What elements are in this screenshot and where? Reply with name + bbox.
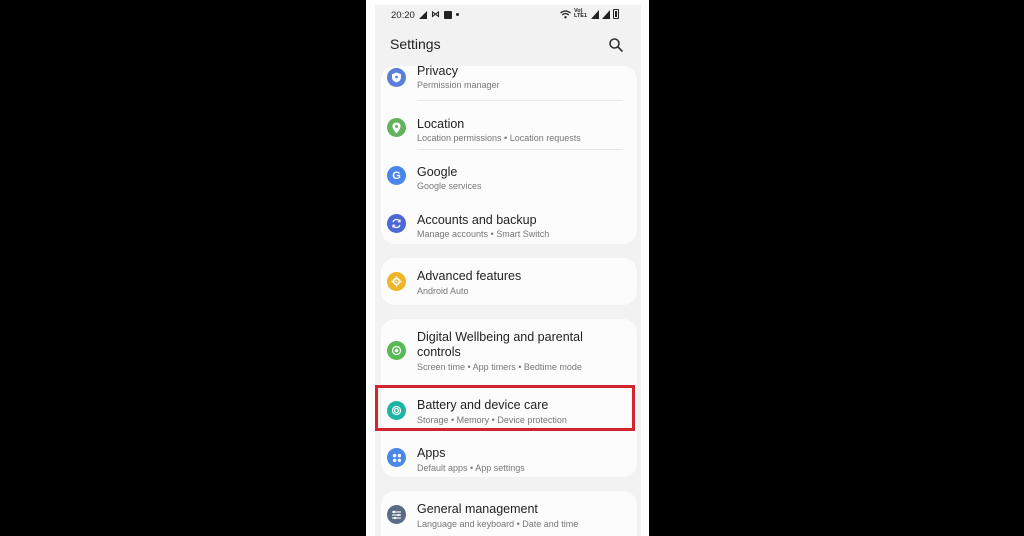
settings-item-advanced-features[interactable]: Advanced features Android Auto (381, 258, 637, 305)
title-bar: Settings (375, 31, 641, 57)
settings-item-subtitle: Screen time • App timers • Bedtime mode (417, 362, 582, 372)
divider (417, 149, 623, 150)
settings-card-general: General management Language and keyboard… (381, 491, 637, 536)
location-pin-icon (387, 118, 406, 137)
settings-item-accounts-backup[interactable]: Accounts and backup Manage accounts • Sm… (381, 206, 637, 244)
gallery-icon: ⋈ (431, 9, 440, 19)
battery-icon (613, 9, 619, 19)
apps-grid-icon (387, 448, 406, 467)
settings-item-label: Location (417, 117, 465, 131)
wifi-icon (560, 9, 571, 18)
settings-item-location[interactable]: Location Location permissions • Location… (381, 110, 637, 148)
sync-icon (387, 214, 406, 233)
status-right-icons: Vo) LTE1 (560, 8, 619, 19)
settings-item-subtitle: Default apps • App settings (417, 463, 525, 473)
search-icon[interactable] (608, 37, 624, 53)
settings-item-label: Apps (417, 446, 446, 460)
dot-icon (456, 13, 459, 16)
settings-item-label: Accounts and backup (417, 213, 537, 227)
settings-item-subtitle: Android Auto (417, 286, 469, 296)
sliders-icon (387, 505, 406, 524)
phone-frame: 20:20 ⋈ Vo) LTE1 Settings Privacy Permis… (366, 0, 649, 536)
gear-plus-icon (387, 272, 406, 291)
settings-item-subtitle: Google services (417, 181, 482, 191)
settings-item-apps[interactable]: Apps Default apps • App settings (381, 435, 637, 477)
settings-item-label: General management (417, 502, 538, 516)
settings-item-label: Privacy (417, 64, 458, 78)
settings-item-subtitle: Manage accounts • Smart Switch (417, 229, 550, 239)
status-left-icons: ⋈ (419, 9, 459, 20)
settings-item-subtitle: Permission manager (417, 80, 500, 90)
volte-icon: Vo) LTE1 (574, 8, 588, 19)
settings-item-general-management[interactable]: General management Language and keyboard… (381, 491, 637, 536)
settings-card-advanced: Advanced features Android Auto (381, 258, 637, 305)
settings-item-battery-device-care[interactable]: Battery and device care Storage • Memory… (381, 388, 637, 434)
wellbeing-icon (387, 341, 406, 360)
settings-item-subtitle: Storage • Memory • Device protection (417, 415, 567, 425)
settings-item-label: Google (417, 165, 458, 179)
settings-card-device: Digital Wellbeing and parental controls … (381, 319, 637, 477)
google-icon: G (387, 166, 406, 185)
settings-screen: 20:20 ⋈ Vo) LTE1 Settings Privacy Permis… (375, 5, 641, 536)
privacy-shield-icon (387, 68, 406, 87)
divider (417, 100, 623, 101)
signal-icon (602, 9, 610, 19)
settings-item-google[interactable]: G Google Google services (381, 158, 637, 196)
status-bar: 20:20 ⋈ Vo) LTE1 (375, 5, 641, 25)
settings-item-label: Advanced features (417, 269, 522, 283)
signal-boost-icon (419, 10, 427, 19)
settings-item-subtitle: Language and keyboard • Date and time (417, 519, 579, 529)
settings-card-accounts: Privacy Permission manager Location Loca… (381, 64, 637, 244)
device-care-icon (387, 401, 406, 420)
image-icon (444, 10, 452, 19)
signal-icon (591, 9, 599, 19)
settings-item-digital-wellbeing[interactable]: Digital Wellbeing and parental controls … (381, 319, 637, 381)
page-title: Settings (390, 36, 441, 52)
status-time: 20:20 (391, 10, 415, 21)
settings-item-label: Digital Wellbeing and parental controls (417, 330, 583, 359)
settings-item-label: Battery and device care (417, 398, 549, 412)
settings-item-privacy[interactable]: Privacy Permission manager (381, 62, 637, 96)
settings-item-subtitle: Location permissions • Location requests (417, 133, 581, 143)
